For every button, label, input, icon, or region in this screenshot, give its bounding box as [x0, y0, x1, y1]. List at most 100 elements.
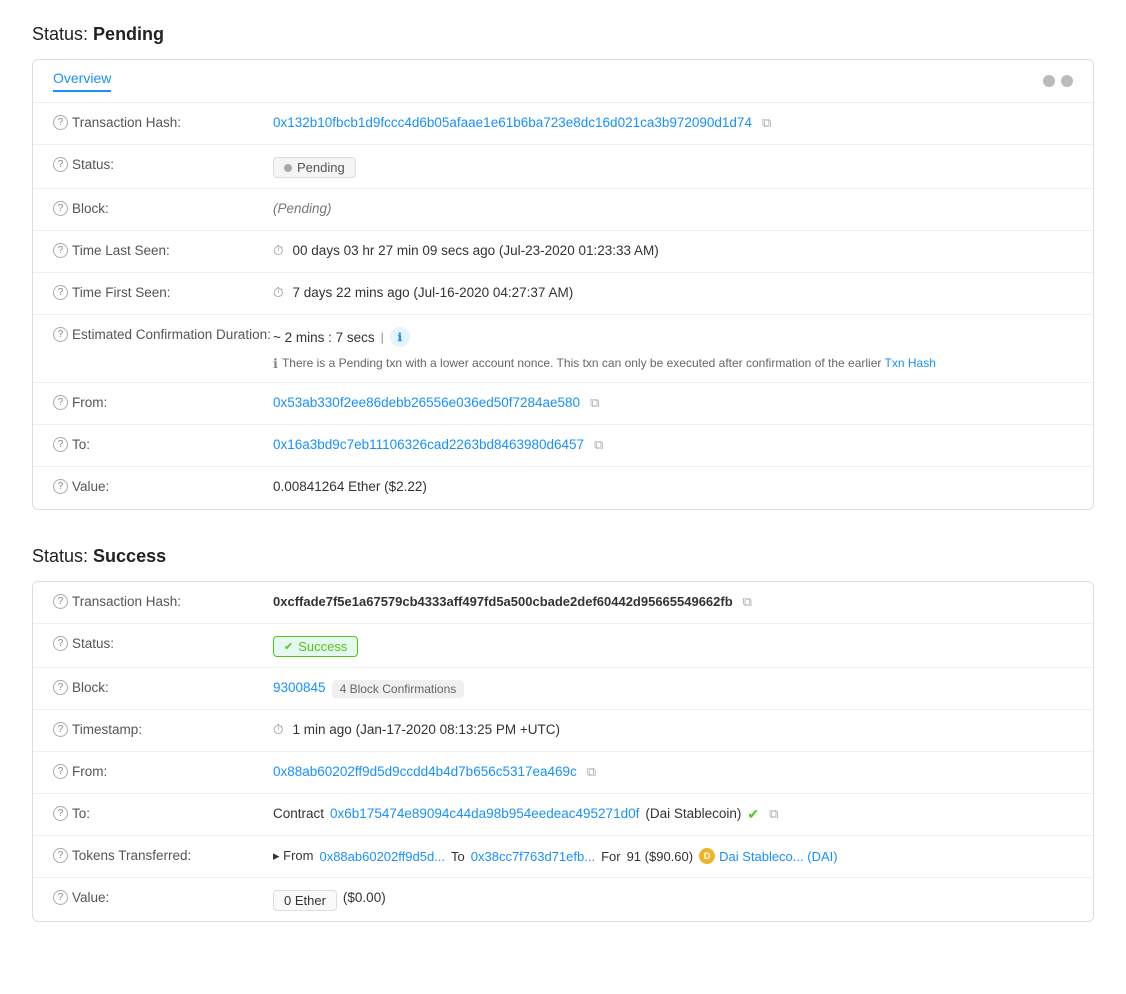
success-timestamp-row: ? Timestamp: ⏱ 1 min ago (Jan-17-2020 08… — [33, 710, 1093, 752]
est-confirm-text: ~ 2 mins : 7 secs — [273, 330, 375, 345]
time-last-seen-help-icon[interactable]: ? — [53, 243, 68, 258]
time-last-seen-clock-icon: ⏱ — [273, 243, 284, 259]
pending-value-row: ? Value: 0.00841264 Ether ($2.22) — [33, 467, 1093, 509]
tokens-from-address-link[interactable]: 0x88ab60202ff9d5d... — [319, 849, 445, 864]
success-timestamp-clock-icon: ⏱ — [273, 722, 284, 738]
time-first-seen-text: 7 days 22 mins ago (Jul-16-2020 04:27:37… — [293, 285, 574, 300]
success-timestamp-label: ? Timestamp: — [53, 720, 273, 737]
success-value-help-icon[interactable]: ? — [53, 890, 68, 905]
status-help-icon[interactable]: ? — [53, 157, 68, 172]
pending-section: Status: Pending Overview ? Transaction H… — [32, 24, 1094, 510]
pending-tx-hash-value: 0x132b10fbcb1d9fccc4d6b05afaae1e61b6ba72… — [273, 113, 1073, 131]
success-status-badge: Success — [273, 636, 358, 657]
success-to-name: (Dai Stablecoin) — [645, 806, 741, 821]
success-timestamp-value: ⏱ 1 min ago (Jan-17-2020 08:13:25 PM +UT… — [273, 720, 1073, 738]
success-from-copy-icon[interactable]: ⧉ — [587, 764, 596, 780]
success-tx-hash-text: 0xcffade7f5e1a67579cb4333aff497fd5a500cb… — [273, 594, 733, 609]
to-help-icon[interactable]: ? — [53, 437, 68, 452]
tokens-to-prefix: To — [451, 849, 465, 864]
success-value-label: ? Value: — [53, 888, 273, 905]
pending-status-badge: Pending — [273, 157, 356, 178]
success-status-label: ? Status: — [53, 634, 273, 651]
success-section-title: Status: Success — [32, 546, 1094, 567]
pending-block-row: ? Block: (Pending) — [33, 189, 1093, 231]
pending-value-amount: 0.00841264 Ether ($2.22) — [273, 477, 1073, 494]
pending-est-confirm-row: ? Estimated Confirmation Duration: ~ 2 m… — [33, 315, 1093, 383]
pending-time-last-seen-value: ⏱ 00 days 03 hr 27 min 09 secs ago (Jul-… — [273, 241, 1073, 259]
pending-block-label: ? Block: — [53, 199, 273, 216]
block-help-icon[interactable]: ? — [53, 201, 68, 216]
tokens-to-address-link[interactable]: 0x38cc7f763d71efb... — [471, 849, 595, 864]
success-block-value: 9300845 4 Block Confirmations — [273, 678, 1073, 698]
pending-to-row: ? To: 0x16a3bd9c7eb11106326cad2263bd8463… — [33, 425, 1093, 467]
pending-to-value: 0x16a3bd9c7eb11106326cad2263bd8463980d64… — [273, 435, 1073, 453]
success-from-value: 0x88ab60202ff9d5d9ccdd4b4d7b656c5317ea46… — [273, 762, 1073, 780]
success-to-label: ? To: — [53, 804, 273, 821]
pending-note-icon: ℹ — [273, 356, 278, 372]
success-tokens-help-icon[interactable]: ? — [53, 848, 68, 863]
time-first-seen-clock-icon: ⏱ — [273, 285, 284, 301]
from-help-icon[interactable]: ? — [53, 395, 68, 410]
dai-icon: D — [699, 848, 715, 864]
success-tx-hash-value: 0xcffade7f5e1a67579cb4333aff497fd5a500cb… — [273, 592, 1073, 610]
success-to-value: Contract 0x6b175474e89094c44da98b954eede… — [273, 804, 1073, 823]
pending-time-first-seen-label: ? Time First Seen: — [53, 283, 273, 300]
pending-from-label: ? From: — [53, 393, 273, 410]
pending-status-row: ? Status: Pending — [33, 145, 1093, 189]
pending-earlier-txn-link[interactable]: Txn Hash — [885, 356, 936, 370]
pending-tx-hash-copy-icon[interactable]: ⧉ — [762, 115, 771, 131]
success-timestamp-help-icon[interactable]: ? — [53, 722, 68, 737]
value-help-icon[interactable]: ? — [53, 479, 68, 494]
tokens-for-prefix: For — [601, 849, 621, 864]
time-first-seen-help-icon[interactable]: ? — [53, 285, 68, 300]
pending-time-first-seen-value: ⏱ 7 days 22 mins ago (Jul-16-2020 04:27:… — [273, 283, 1073, 301]
pending-note: ℹ There is a Pending txn with a lower ac… — [273, 356, 936, 372]
pending-time-last-seen-label: ? Time Last Seen: — [53, 241, 273, 258]
success-to-help-icon[interactable]: ? — [53, 806, 68, 821]
pending-to-address-link[interactable]: 0x16a3bd9c7eb11106326cad2263bd8463980d64… — [273, 437, 584, 452]
est-confirm-info-icon[interactable]: ℹ — [390, 327, 410, 347]
success-block-confirmations-badge: 4 Block Confirmations — [332, 680, 465, 698]
success-to-contract-link[interactable]: 0x6b175474e89094c44da98b954eedeac495271d… — [330, 806, 639, 821]
success-status-row: ? Status: Success — [33, 624, 1093, 668]
pending-tx-hash-link[interactable]: 0x132b10fbcb1d9fccc4d6b05afaae1e61b6ba72… — [273, 115, 752, 130]
success-tx-hash-label: ? Transaction Hash: — [53, 592, 273, 609]
pending-tab-bar: Overview — [33, 60, 1093, 103]
tokens-amount: 91 ($90.60) — [627, 849, 694, 864]
success-from-help-icon[interactable]: ? — [53, 764, 68, 779]
success-value-usd: ($0.00) — [343, 890, 386, 905]
success-status-help-icon[interactable]: ? — [53, 636, 68, 651]
pending-value-text: 0.00841264 Ether ($2.22) — [273, 479, 427, 494]
tx-hash-help-icon[interactable]: ? — [53, 115, 68, 130]
pending-time-first-seen-row: ? Time First Seen: ⏱ 7 days 22 mins ago … — [33, 273, 1093, 315]
success-block-number-link[interactable]: 9300845 — [273, 680, 326, 695]
pending-note-text: There is a Pending txn with a lower acco… — [282, 356, 936, 370]
pending-to-copy-icon[interactable]: ⧉ — [594, 437, 603, 453]
success-section: Status: Success ? Transaction Hash: 0xcf… — [32, 546, 1094, 922]
pending-status-label: ? Status: — [53, 155, 273, 172]
success-from-address-link[interactable]: 0x88ab60202ff9d5d9ccdd4b4d7b656c5317ea46… — [273, 764, 577, 779]
overview-tab[interactable]: Overview — [53, 70, 111, 92]
est-confirm-help-icon[interactable]: ? — [53, 327, 68, 342]
success-value-row: ? Value: 0 Ether ($0.00) — [33, 878, 1093, 921]
success-tx-hash-row: ? Transaction Hash: 0xcffade7f5e1a67579c… — [33, 582, 1093, 624]
success-from-label: ? From: — [53, 762, 273, 779]
success-tx-hash-help-icon[interactable]: ? — [53, 594, 68, 609]
success-tokens-label: ? Tokens Transferred: — [53, 846, 273, 863]
success-to-copy-icon[interactable]: ⧉ — [769, 806, 778, 822]
success-block-row: ? Block: 9300845 4 Block Confirmations — [33, 668, 1093, 710]
time-last-seen-text: 00 days 03 hr 27 min 09 secs ago (Jul-23… — [293, 243, 659, 258]
dai-token-link[interactable]: Dai Stableco... (DAI) — [719, 849, 838, 864]
success-block-label: ? Block: — [53, 678, 273, 695]
pending-from-address-link[interactable]: 0x53ab330f2ee86debb26556e036ed50f7284ae5… — [273, 395, 580, 410]
tab-dots — [1043, 75, 1073, 87]
success-tokens-row: ? Tokens Transferred: ▸ From 0x88ab60202… — [33, 836, 1093, 878]
pending-from-value: 0x53ab330f2ee86debb26556e036ed50f7284ae5… — [273, 393, 1073, 411]
success-timestamp-text: 1 min ago (Jan-17-2020 08:13:25 PM +UTC) — [293, 722, 561, 737]
success-value-amount: 0 Ether ($0.00) — [273, 888, 1073, 911]
success-status-value: Success — [273, 634, 1073, 657]
success-block-help-icon[interactable]: ? — [53, 680, 68, 695]
pending-from-copy-icon[interactable]: ⧉ — [590, 395, 599, 411]
success-card: ? Transaction Hash: 0xcffade7f5e1a67579c… — [32, 581, 1094, 922]
success-tx-hash-copy-icon[interactable]: ⧉ — [743, 594, 752, 610]
